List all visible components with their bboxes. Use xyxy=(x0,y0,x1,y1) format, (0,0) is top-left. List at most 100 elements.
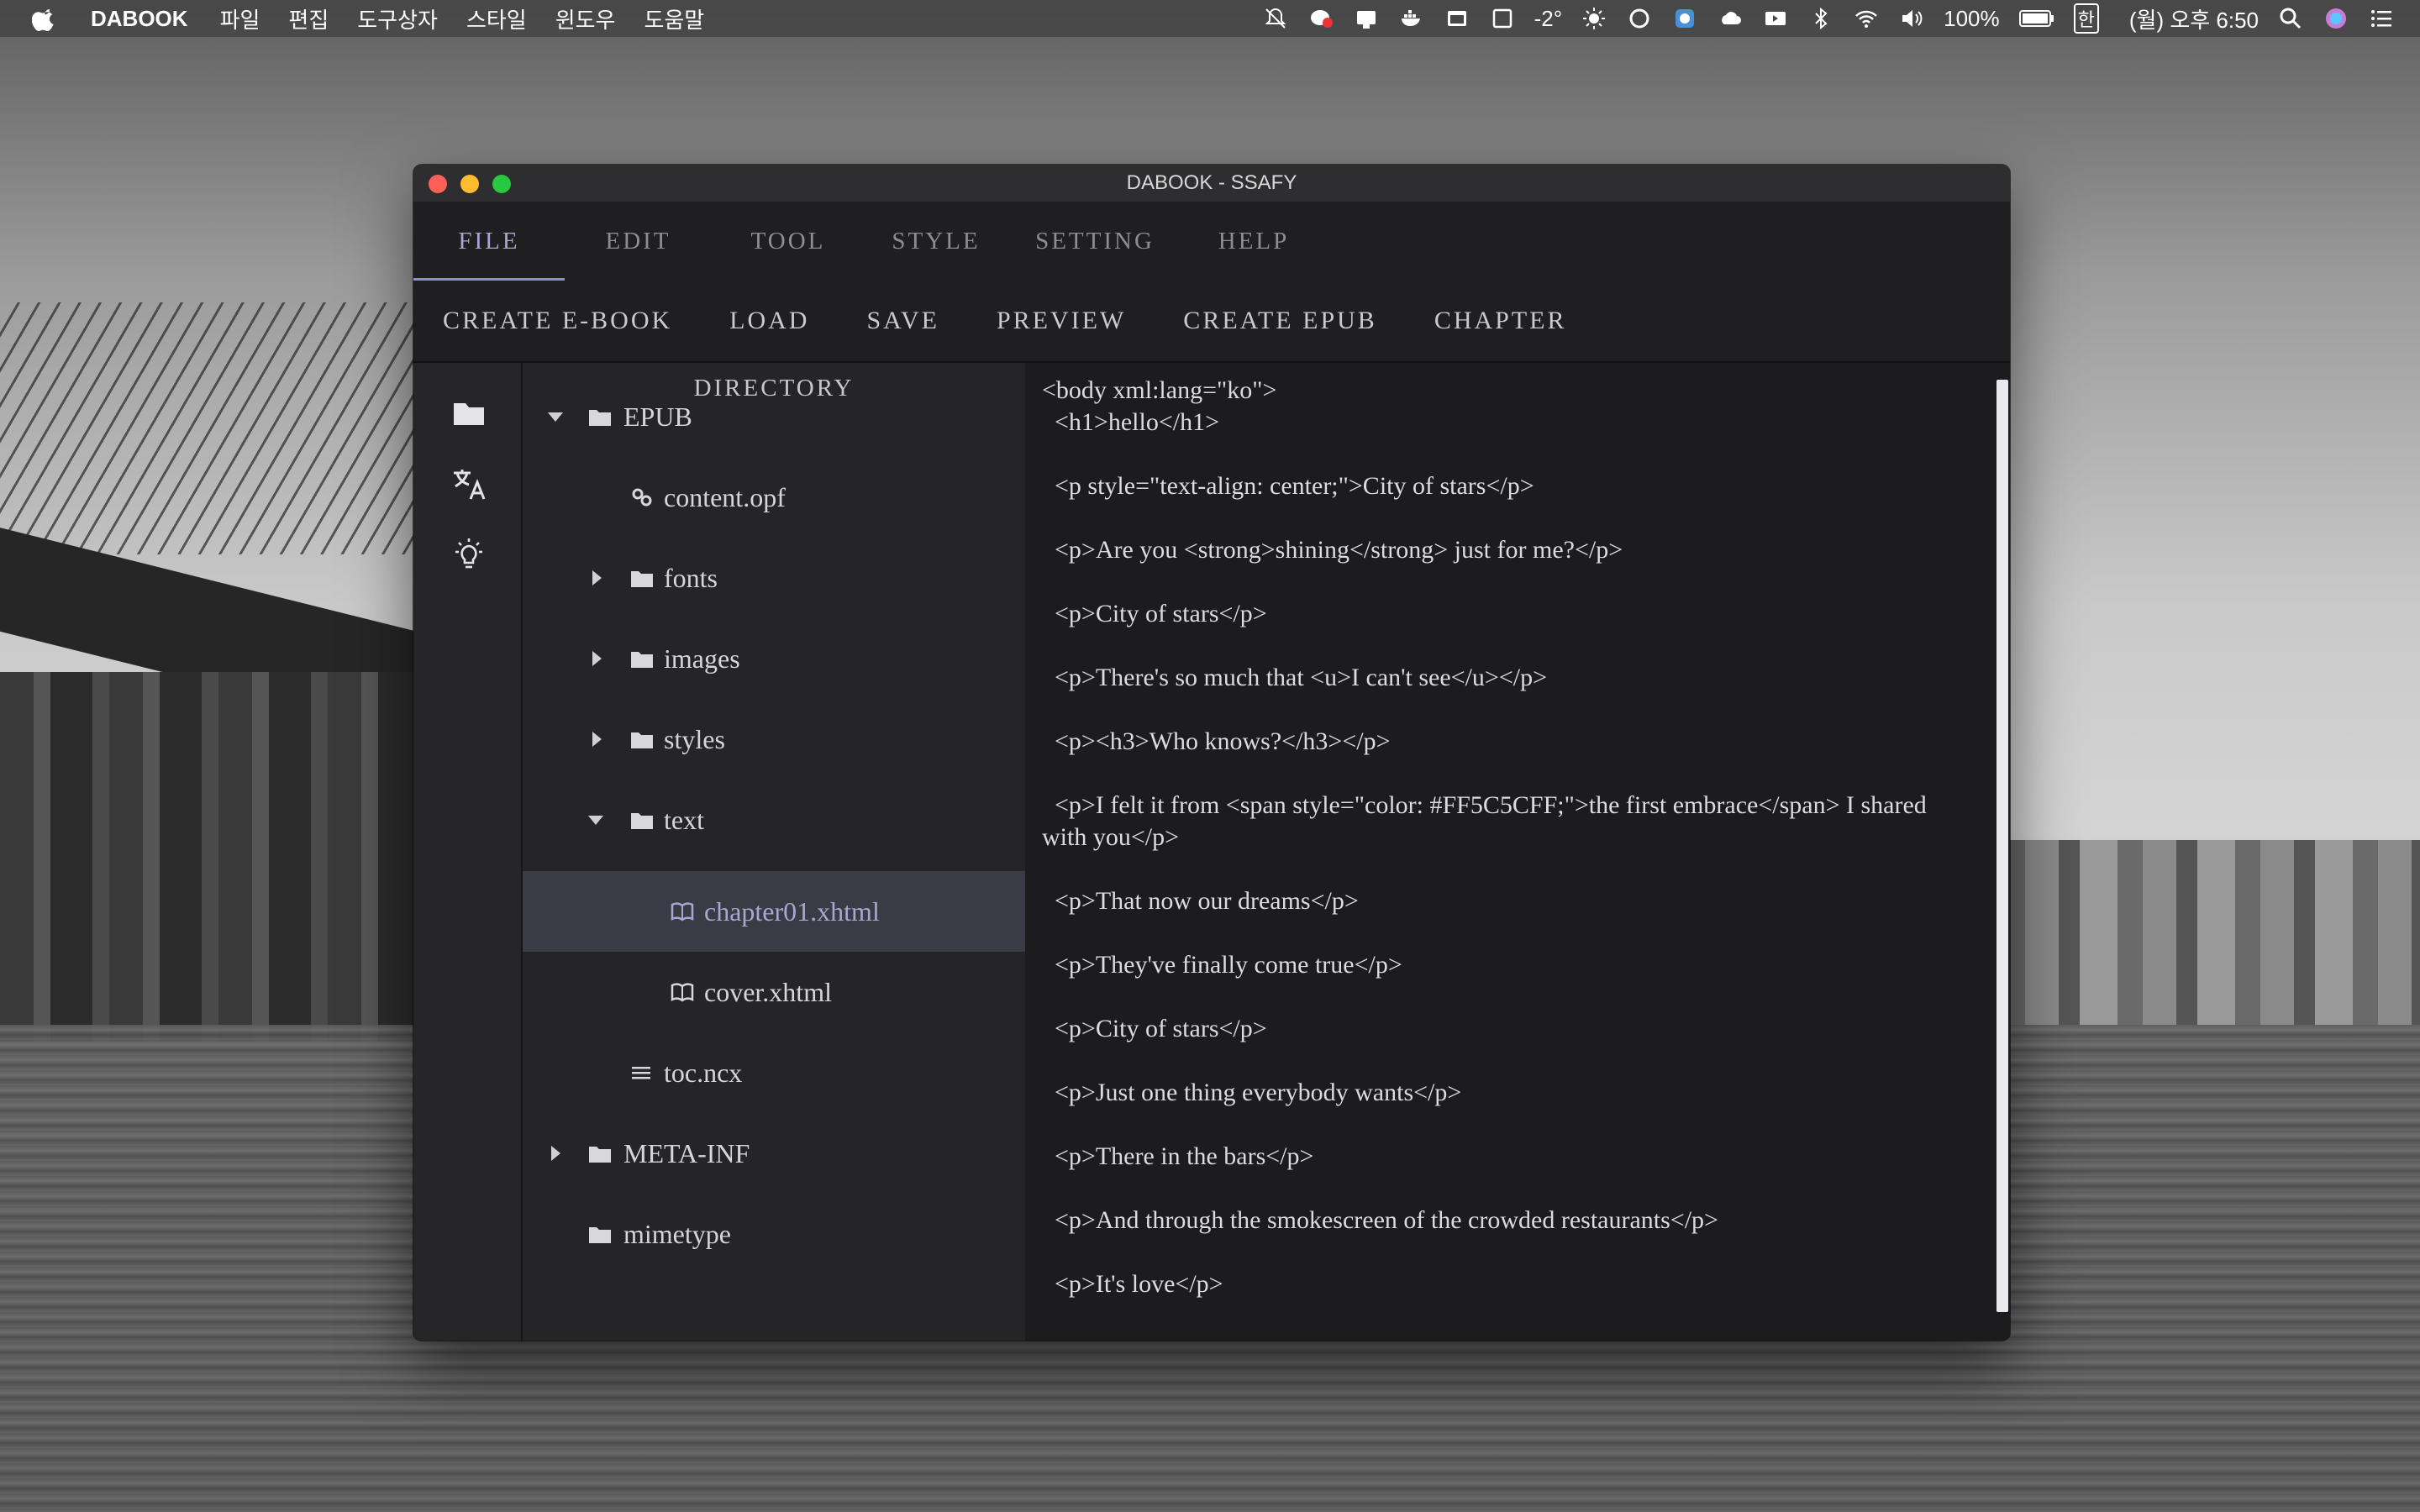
code-line[interactable]: <body xml:lang="ko"> xyxy=(1042,375,1960,407)
volume-icon[interactable] xyxy=(1898,6,1925,31)
wifi-icon[interactable] xyxy=(1853,6,1880,31)
battery-percent[interactable]: 100% xyxy=(1944,6,2000,32)
expand-caret-icon[interactable] xyxy=(548,412,563,422)
battery-icon[interactable] xyxy=(2018,6,2055,31)
folder-icon xyxy=(589,1227,611,1243)
tab-edit[interactable]: EDIT xyxy=(565,202,712,281)
code-line[interactable]: <p>And through the smokescreen of the cr… xyxy=(1042,1205,1960,1236)
maximize-window-button[interactable] xyxy=(492,175,511,193)
scrollbar-thumb[interactable] xyxy=(1996,380,2008,1312)
temperature[interactable]: -2° xyxy=(1534,6,1563,32)
menu-window[interactable]: 윈도우 xyxy=(555,3,616,34)
expand-caret-icon[interactable] xyxy=(592,570,602,585)
menu-edit[interactable]: 편집 xyxy=(288,3,329,34)
sync-icon[interactable] xyxy=(1626,6,1653,31)
tree-node-meta-inf[interactable]: META-INF xyxy=(523,1113,1025,1194)
code-line[interactable]: <p>There's so much that <u>I can't see</… xyxy=(1042,662,1960,694)
folder-icon xyxy=(631,571,653,587)
menu-toolbox[interactable]: 도구상자 xyxy=(357,3,438,34)
code-line[interactable]: <p>They've finally come true</p> xyxy=(1042,949,1960,981)
no-notify-icon[interactable] xyxy=(1262,6,1289,31)
tree-node-text[interactable]: text xyxy=(523,790,1025,849)
tab-help[interactable]: HELP xyxy=(1182,202,1325,281)
bluetooth-icon[interactable] xyxy=(1807,6,1834,31)
code-line[interactable]: <p>City of stars</p> xyxy=(1042,598,1960,630)
tree-node-fonts[interactable]: fonts xyxy=(523,549,1025,607)
code-editor[interactable]: <body xml:lang="ko"> <h1>hello</h1> <p s… xyxy=(1027,363,1993,1341)
book-icon xyxy=(671,983,694,1002)
folder-icon xyxy=(589,1147,611,1163)
chapter-button[interactable]: CHAPTER xyxy=(1434,307,1567,335)
code-line[interactable]: <p style="text-align: center;">City of s… xyxy=(1042,470,1960,502)
calendar-icon[interactable] xyxy=(1444,6,1470,31)
menu-help[interactable]: 도움말 xyxy=(644,3,704,34)
translate-icon[interactable] xyxy=(450,465,487,502)
lightbulb-icon[interactable] xyxy=(450,536,487,573)
tree-node-styles[interactable]: styles xyxy=(523,710,1025,769)
code-line[interactable]: <p><h3>Who knows?</h3></p> xyxy=(1042,726,1960,758)
tree-node-epub[interactable]: EPUB xyxy=(523,387,1025,446)
code-line[interactable]: <p>Are you <strong>shining</strong> just… xyxy=(1042,534,1960,566)
media-icon[interactable] xyxy=(1762,6,1789,31)
minimize-window-button[interactable] xyxy=(460,175,479,193)
bridge-cables xyxy=(0,302,437,554)
directory-panel: DIRECTORY EPUB content.opf fonts images xyxy=(523,363,1025,1341)
tab-style[interactable]: STYLE xyxy=(865,202,1007,281)
code-line[interactable]: <p>It's love</p> xyxy=(1042,1268,1960,1300)
notification-center-icon[interactable] xyxy=(2368,6,2395,31)
expand-caret-icon[interactable] xyxy=(551,1146,560,1161)
window-icon[interactable] xyxy=(1489,6,1516,31)
folder-icon xyxy=(631,813,653,829)
cloud-icon[interactable] xyxy=(1717,6,1744,31)
tree-node-images[interactable]: images xyxy=(523,629,1025,688)
expand-caret-icon[interactable] xyxy=(588,816,603,825)
menu-file[interactable]: 파일 xyxy=(220,3,260,34)
save-button[interactable]: SAVE xyxy=(866,307,939,335)
code-line[interactable]: <p>Just one thing everybody wants</p> xyxy=(1042,1077,1960,1109)
tree-node-chapter01[interactable]: chapter01.xhtml xyxy=(523,871,1025,952)
tree-node-cover[interactable]: cover.xhtml xyxy=(523,952,1025,1032)
vpn-icon[interactable] xyxy=(1671,6,1698,31)
menu-bar: DABOOK 파일 편집 도구상자 스타일 윈도우 도움말 -2° 100% 한… xyxy=(0,0,2420,37)
expand-caret-icon[interactable] xyxy=(592,651,602,666)
left-skyline xyxy=(0,672,420,1042)
notification-icon[interactable] xyxy=(1353,6,1380,31)
input-source[interactable]: 한 xyxy=(2073,3,2099,34)
tree-node-toc[interactable]: toc.ncx xyxy=(523,1032,1025,1113)
editor-scrollbar[interactable] xyxy=(1993,363,2010,1341)
code-line[interactable]: <p>City of stars</p> xyxy=(1042,1013,1960,1045)
tree-node-content-opf[interactable]: content.opf xyxy=(523,468,1025,527)
folder-icon[interactable] xyxy=(450,395,487,432)
window-titlebar[interactable]: DABOOK - SSAFY xyxy=(413,165,2010,202)
menu-style[interactable]: 스타일 xyxy=(466,3,527,34)
code-line[interactable]: <h1>hello</h1> xyxy=(1042,407,1960,438)
menubar-clock[interactable]: (월) 오후 6:50 xyxy=(2129,3,2259,34)
tree-node-mimetype[interactable]: mimetype xyxy=(523,1194,1025,1274)
create-epub-button[interactable]: CREATE EPUB xyxy=(1183,307,1377,335)
code-line[interactable]: <p>There in the bars</p> xyxy=(1042,1141,1960,1173)
preview-button[interactable]: PREVIEW xyxy=(997,307,1126,335)
tree-node-label: styles xyxy=(664,723,725,754)
close-window-button[interactable] xyxy=(429,175,447,193)
load-button[interactable]: LOAD xyxy=(729,307,809,335)
search-icon[interactable] xyxy=(2277,6,2304,31)
tab-tool[interactable]: TOOL xyxy=(712,202,865,281)
code-line[interactable]: <p>I felt it from <span style="color: #F… xyxy=(1042,790,1960,853)
tree-node-label: cover.xhtml xyxy=(704,976,832,1007)
tree-node-label: chapter01.xhtml xyxy=(704,895,880,927)
tab-file[interactable]: FILE xyxy=(413,202,565,281)
chat-icon[interactable] xyxy=(1307,6,1334,31)
tree-node-label: fonts xyxy=(664,562,718,593)
tab-setting[interactable]: SETTING xyxy=(1007,202,1182,281)
window-title: DABOOK - SSAFY xyxy=(1126,171,1297,194)
code-line[interactable]: <p>That now our dreams</p> xyxy=(1042,885,1960,917)
menu-app-name[interactable]: DABOOK xyxy=(91,6,188,32)
siri-icon[interactable] xyxy=(2323,6,2349,31)
tree-node-label: images xyxy=(664,643,740,674)
docker-icon[interactable] xyxy=(1398,6,1425,31)
sun-icon[interactable] xyxy=(1581,6,1607,31)
apple-icon[interactable] xyxy=(32,4,57,33)
expand-caret-icon[interactable] xyxy=(592,732,602,747)
gears-icon xyxy=(632,488,652,507)
create-ebook-button[interactable]: CREATE E-BOOK xyxy=(443,307,672,335)
